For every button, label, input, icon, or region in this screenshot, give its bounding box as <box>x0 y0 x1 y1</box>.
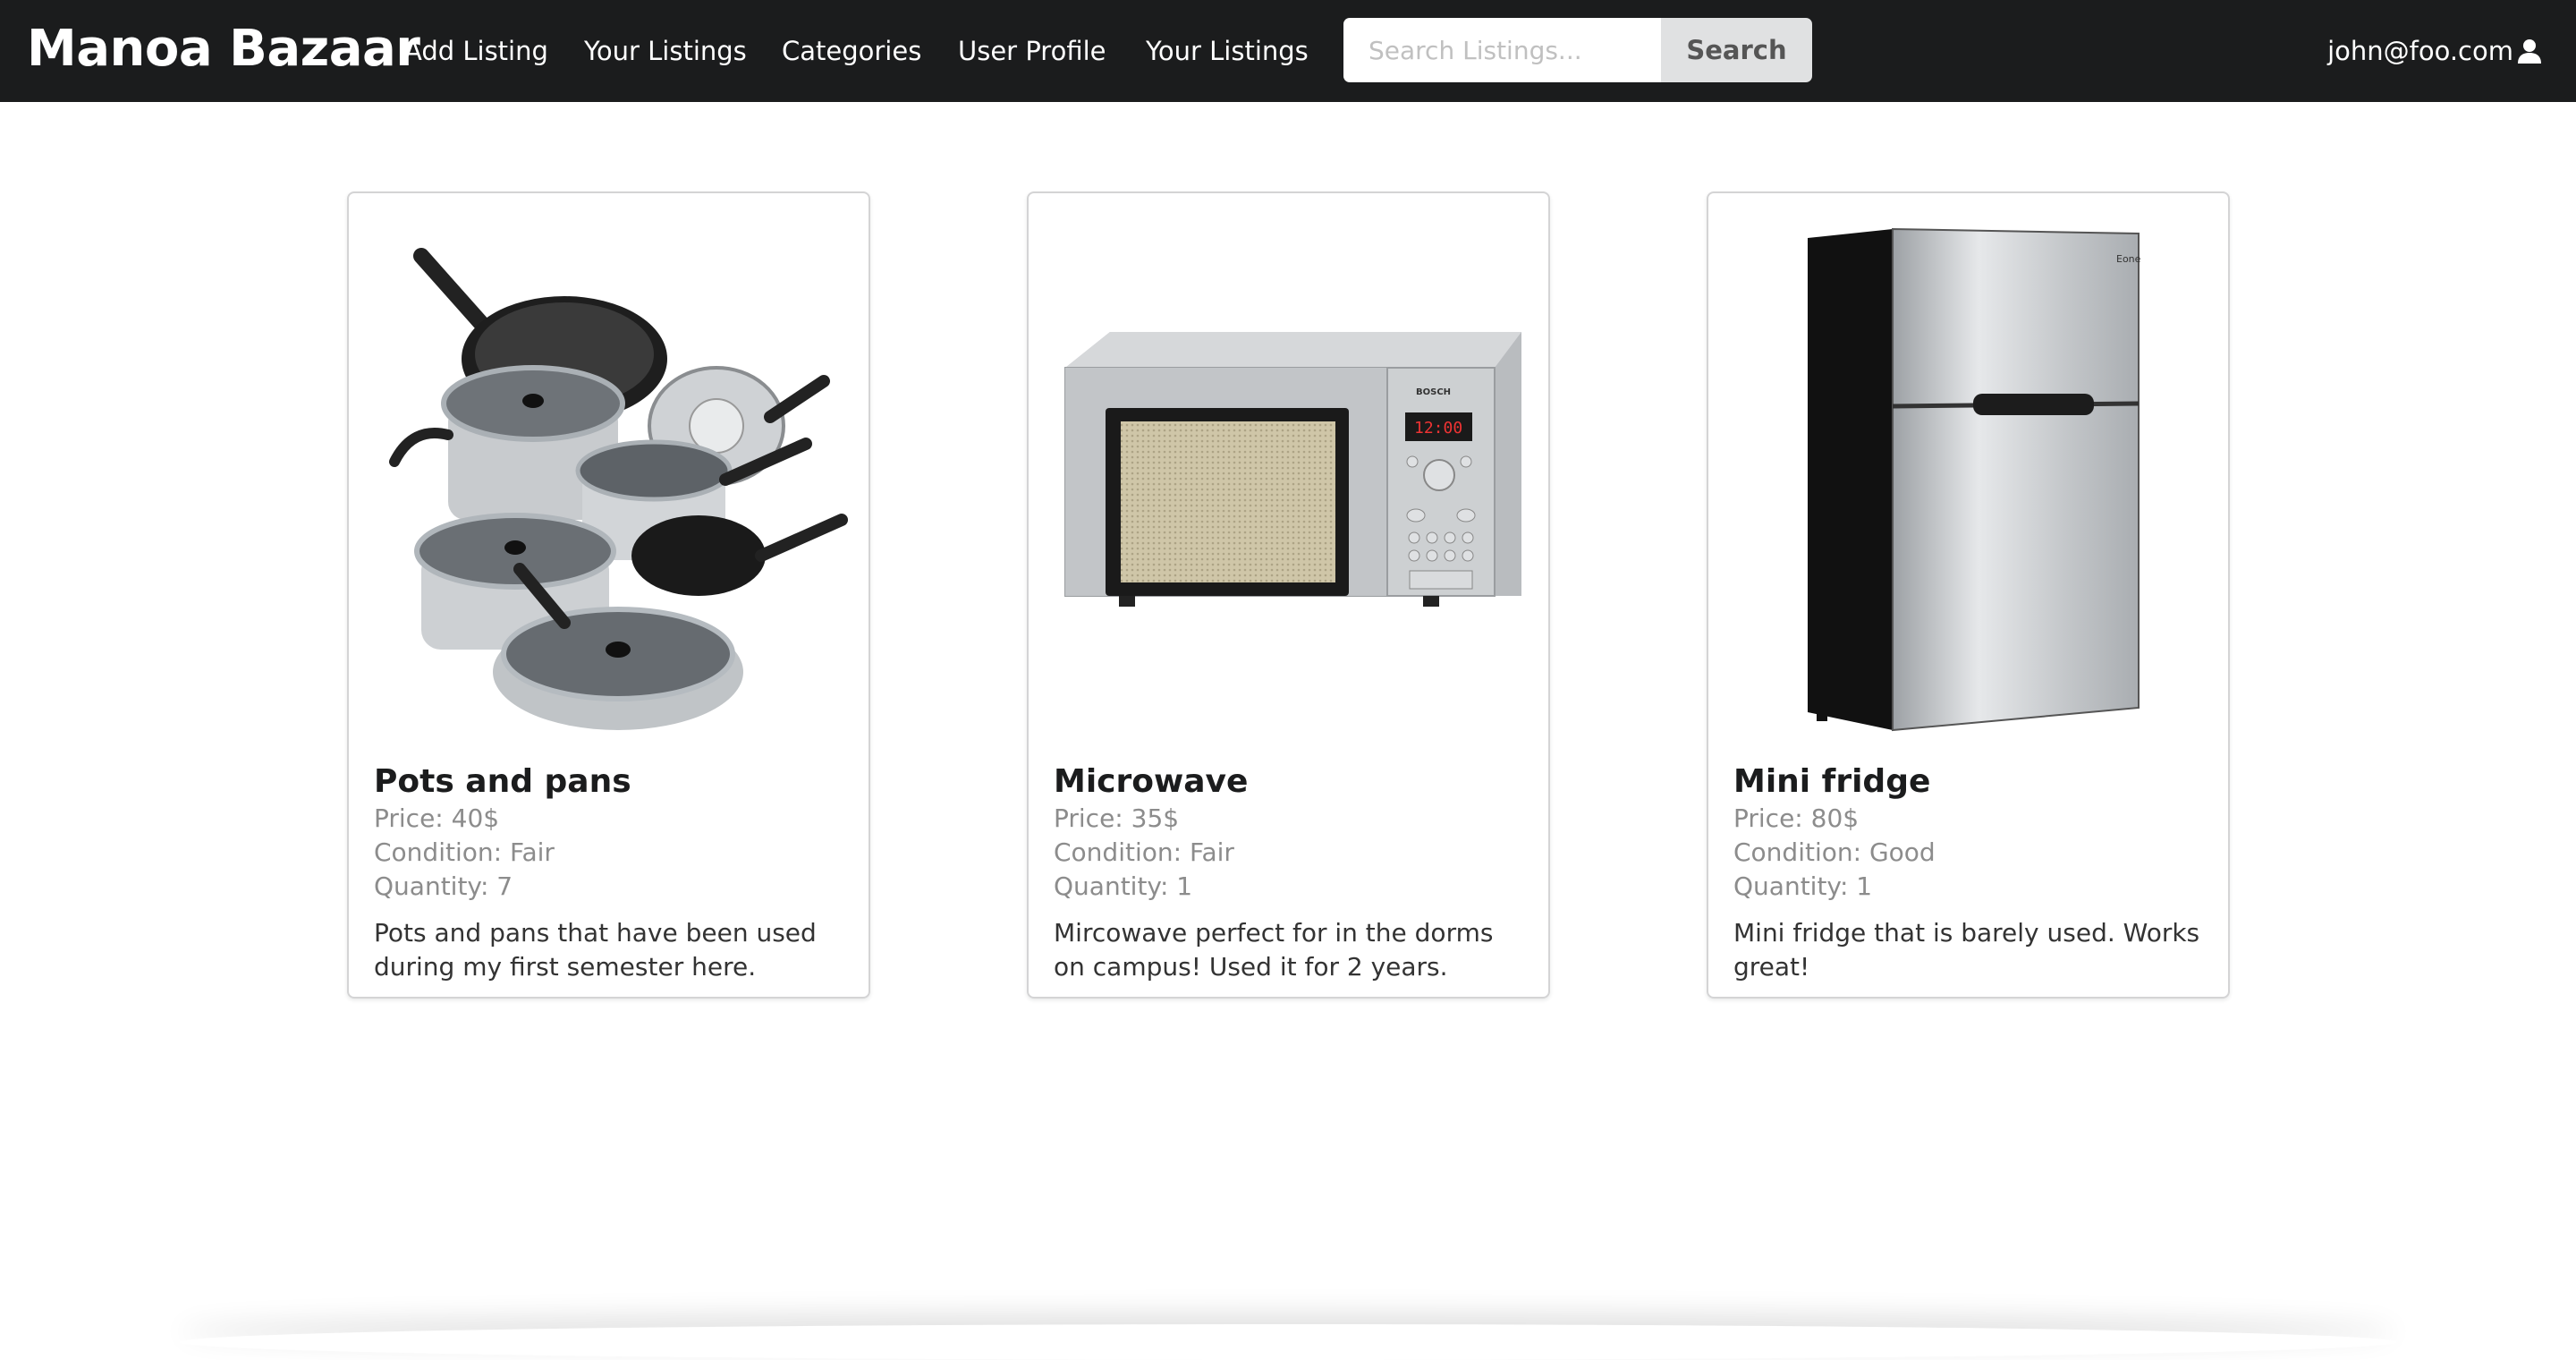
nav-add-listing[interactable]: Add Listing <box>404 0 548 102</box>
microwave-image: BOSCH 12:00 <box>1029 193 1548 748</box>
listing-quantity: Quantity: 1 <box>1733 871 1873 901</box>
listing-condition: Condition: Fair <box>1054 837 1234 867</box>
listing-price: Price: 40$ <box>374 803 500 833</box>
nav-your-listings[interactable]: Your Listings <box>584 0 747 102</box>
card-content: Microwave Price: 35$ Condition: Fair Qua… <box>1054 748 1523 984</box>
listing-price: Price: 80$ <box>1733 803 1860 833</box>
nav-user-profile[interactable]: User Profile <box>958 0 1106 102</box>
card-content: Mini fridge Price: 80$ Condition: Good Q… <box>1733 748 2203 984</box>
listing-condition: Condition: Fair <box>374 837 555 867</box>
nav-your-listings-2[interactable]: Your Listings <box>1146 0 1309 102</box>
listing-card[interactable]: BOSCH 12:00 Microwave Price: 35$ Conditi… <box>1027 191 1550 999</box>
listing-title[interactable]: Mini fridge <box>1733 762 2203 802</box>
listing-card[interactable]: Eone Mini fridge Price: 80$ Condition: G… <box>1707 191 2230 999</box>
brand-text: Eone <box>2116 253 2141 265</box>
user-email: john@foo.com <box>2327 36 2513 66</box>
listing-condition: Condition: Good <box>1733 837 1936 867</box>
search-button[interactable]: Search <box>1661 18 1812 82</box>
listing-description: Pots and pans that have been used during… <box>374 918 817 982</box>
top-navbar: Manoa Bazaar Add Listing Your Listings C… <box>0 0 2576 102</box>
search-bar: Search <box>1343 18 1812 82</box>
listing-title[interactable]: Microwave <box>1054 762 1523 802</box>
brand-text: BOSCH <box>1416 387 1451 397</box>
fridge-image: Eone <box>1708 193 2228 748</box>
card-content: Pots and pans Price: 40$ Condition: Fair… <box>374 748 843 984</box>
listing-quantity: Quantity: 1 <box>1054 871 1193 901</box>
nav-categories[interactable]: Categories <box>782 0 921 102</box>
brand-logo[interactable]: Manoa Bazaar <box>27 13 420 84</box>
listing-description: Mircowave perfect for in the dorms on ca… <box>1054 918 1494 982</box>
user-menu[interactable]: john@foo.com <box>2327 0 2542 102</box>
display-text: 12:00 <box>1414 419 1462 438</box>
search-input[interactable] <box>1343 18 1661 82</box>
cookware-image <box>349 193 869 748</box>
listing-quantity: Quantity: 7 <box>374 871 513 901</box>
listing-card[interactable]: Pots and pans Price: 40$ Condition: Fair… <box>347 191 870 999</box>
user-icon <box>2517 38 2542 64</box>
listing-description: Mini fridge that is barely used. Works g… <box>1733 918 2200 982</box>
listing-title[interactable]: Pots and pans <box>374 762 843 802</box>
footer-shadow <box>179 1324 2397 1360</box>
listing-price: Price: 35$ <box>1054 803 1180 833</box>
